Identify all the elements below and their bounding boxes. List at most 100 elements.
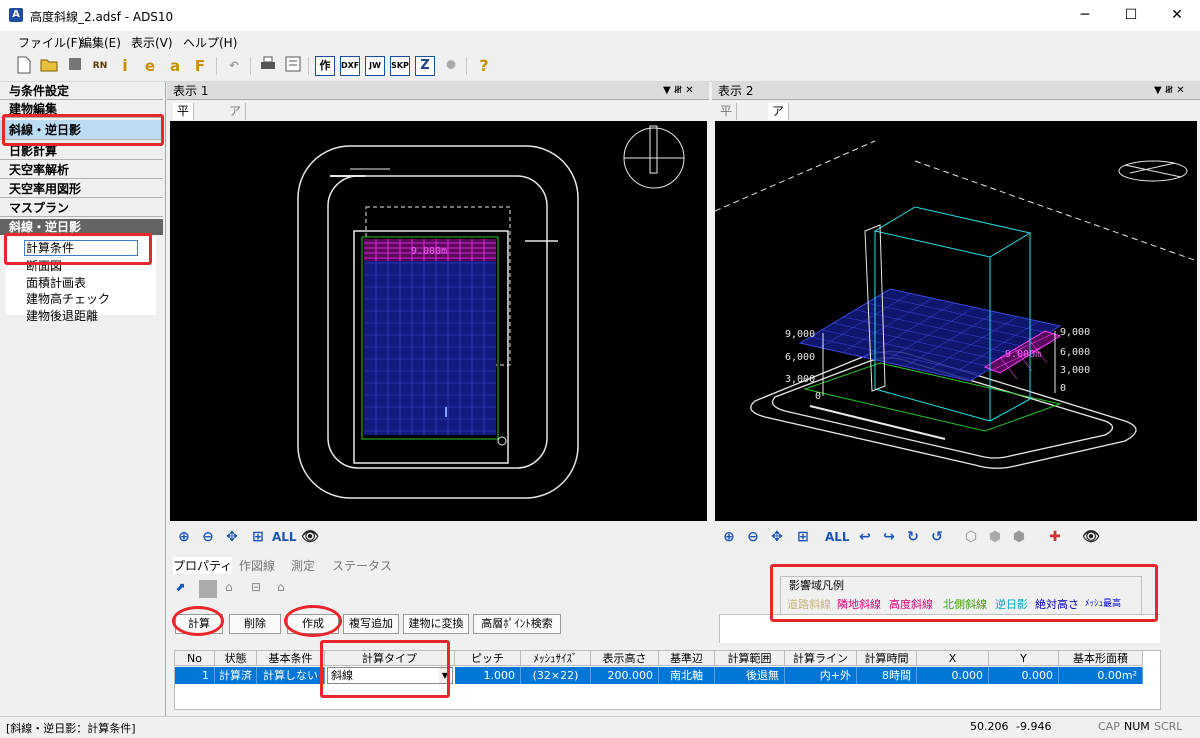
sidebar-item-setback[interactable]: 建物後退距離 xyxy=(26,307,98,324)
view1-tab-iso[interactable]: アイソメ図 xyxy=(225,103,246,186)
highlight-box xyxy=(320,640,450,698)
status-cap: CAP xyxy=(1098,720,1120,733)
copy-add-button[interactable]: 複写追加 xyxy=(343,614,399,634)
convert-building-button[interactable]: 建物に変換 xyxy=(403,614,469,634)
jw-button[interactable]: JW xyxy=(365,56,385,76)
highlight-box xyxy=(770,564,1158,622)
info-icon[interactable]: i xyxy=(115,56,135,76)
plan-canvas[interactable]: 9.000m xyxy=(170,121,707,521)
sidebar-header-conditions[interactable]: 与条件設定 xyxy=(0,82,163,100)
table-cell-y[interactable]: 0.000 xyxy=(989,667,1059,684)
tilt-down-icon[interactable]: ↺ xyxy=(927,527,947,547)
iso-axis-right-0: 9,000 xyxy=(1060,327,1090,338)
view1-controls: ⊕ ⊖ ✥ ⊞ ALL 👁 xyxy=(170,524,707,550)
wireframe-icon[interactable]: ⬡ xyxy=(961,527,981,547)
sidebar-header-sky-figure[interactable]: 天空率用図形 xyxy=(0,180,163,198)
zoom-in-icon[interactable]: ⊕ xyxy=(174,527,194,547)
table-cell-display-height[interactable]: 200.000 xyxy=(591,667,659,684)
help-icon[interactable]: ? xyxy=(474,56,494,76)
z-button[interactable]: Z xyxy=(415,56,435,76)
tab-status[interactable]: ステータス xyxy=(332,557,392,574)
pan-icon[interactable]: ✥ xyxy=(767,527,787,547)
print-icon[interactable] xyxy=(258,56,278,76)
table-cell-status[interactable]: 計算済 xyxy=(215,667,257,684)
e-icon[interactable]: e xyxy=(140,56,160,76)
highlight-box xyxy=(4,233,152,265)
table-cell-basic[interactable]: 計算しない xyxy=(257,667,325,684)
tab-properties[interactable]: プロパティ xyxy=(173,557,233,574)
status-y: -9.946 xyxy=(1016,720,1052,733)
tilt-up-icon[interactable]: ↻ xyxy=(903,527,923,547)
iso-axis-right-1: 6,000 xyxy=(1060,347,1090,358)
sidebar-item-area-table[interactable]: 面積計画表 xyxy=(26,274,86,291)
minimize-button[interactable]: ─ xyxy=(1062,0,1108,31)
select-arrow-icon[interactable]: ⬈ xyxy=(175,580,193,598)
property-toolbar: ⬈ ⌂ ⊟ ⌂ xyxy=(175,578,285,600)
zoom-in-icon[interactable]: ⊕ xyxy=(719,527,739,547)
iso-canvas[interactable]: 9.000m 9,000 6,000 3,000 0 9,000 6,000 3… xyxy=(714,121,1198,521)
zoom-window-icon[interactable]: ⊞ xyxy=(248,527,268,547)
sidebar-header-sky-analysis[interactable]: 天空率解析 xyxy=(0,161,163,179)
new-file-icon[interactable] xyxy=(14,56,34,76)
view2-controls: ⊕ ⊖ ✥ ⊞ ALL ↩ ↪ ↻ ↺ ⬡ ⬢ ⬢ ✚ 👁 xyxy=(715,524,1197,550)
toolbar-separator xyxy=(250,57,251,75)
zoom-window-icon[interactable]: ⊞ xyxy=(793,527,813,547)
stop-icon[interactable] xyxy=(65,56,85,76)
hidden-line-icon[interactable]: ⬢ xyxy=(985,527,1005,547)
axis-icon[interactable]: ✚ xyxy=(1045,527,1065,547)
status-num: NUM xyxy=(1124,720,1150,733)
table-cell-no[interactable]: 1 xyxy=(175,667,215,684)
table-cell-time[interactable]: 8時間 xyxy=(857,667,917,684)
view2-menu-icon[interactable]: ▼ 𝍸 ✕ xyxy=(1154,82,1185,100)
sidebar-header-massplan[interactable]: マスプラン xyxy=(0,199,163,217)
table-cell-base-side[interactable]: 南北軸 xyxy=(659,667,715,684)
view1-tab-plan[interactable]: 平面図 xyxy=(173,103,195,152)
shaded-icon[interactable]: ⬢ xyxy=(1009,527,1029,547)
tab-drawing-lines[interactable]: 作図線 xyxy=(239,557,275,574)
dxf-button[interactable]: DXF xyxy=(340,56,360,76)
maximize-button[interactable]: ☐ xyxy=(1108,0,1154,31)
undo-icon[interactable]: ↶ xyxy=(224,56,244,76)
col-time: 計算時間 xyxy=(857,651,917,666)
rn-icon[interactable]: RN xyxy=(90,56,110,76)
menu-help[interactable]: ヘルプ(H) xyxy=(183,34,237,51)
skp-button[interactable]: SKP xyxy=(390,56,410,76)
view2-title: 表示 2 xyxy=(718,84,754,98)
table-cell-mesh[interactable]: (32×22) xyxy=(521,667,591,684)
eye-icon[interactable]: 👁 xyxy=(1081,527,1101,547)
tab-measure[interactable]: 測定 xyxy=(291,557,315,574)
rotate-left-icon[interactable]: ↩ xyxy=(855,527,875,547)
view2-tab-plan[interactable]: 平面図 xyxy=(716,103,738,152)
table-cell-range[interactable]: 後退無 xyxy=(715,667,785,684)
sakusei-button[interactable]: 作 xyxy=(315,56,335,76)
menu-edit[interactable]: 編集(E) xyxy=(80,34,121,51)
close-button[interactable]: ✕ xyxy=(1154,0,1200,31)
f-icon[interactable]: F xyxy=(190,56,210,76)
window-title: 高度斜線_2.adsf - ADS10 xyxy=(30,10,174,24)
table-cell-line[interactable]: 内+外 xyxy=(785,667,857,684)
nav-icon[interactable]: ⯃ xyxy=(441,56,461,76)
open-folder-icon[interactable] xyxy=(39,56,59,76)
table-cell-area[interactable]: 0.00m² xyxy=(1059,667,1143,684)
zoom-all-button[interactable]: ALL xyxy=(272,527,297,547)
table-cell-pitch[interactable]: 1.000 xyxy=(455,667,521,684)
delete-button[interactable]: 削除 xyxy=(229,614,281,634)
highrise-search-button[interactable]: 高層ﾎﾟｲﾝﾄ検索 xyxy=(473,614,561,634)
iso-axis-left-1: 6,000 xyxy=(785,352,815,363)
view1-menu-icon[interactable]: ▼ 𝍸 ✕ xyxy=(663,82,694,100)
zoom-out-icon[interactable]: ⊖ xyxy=(743,527,763,547)
properties-icon[interactable] xyxy=(283,56,303,76)
view2-tab-iso[interactable]: アイソメ図 xyxy=(768,103,789,186)
table-cell-x[interactable]: 0.000 xyxy=(917,667,989,684)
sidebar-item-height-check[interactable]: 建物高チェック xyxy=(26,290,110,307)
home-icon: ⌂ xyxy=(225,580,233,594)
menu-view[interactable]: 表示(V) xyxy=(131,34,173,51)
zoom-out-icon[interactable]: ⊖ xyxy=(198,527,218,547)
a-icon[interactable]: a xyxy=(165,56,185,76)
toolbar: RN i e a F ↶ 作 DXF JW SKP Z ⯃ ? xyxy=(0,52,1200,82)
eye-icon[interactable]: 👁 xyxy=(300,527,320,547)
zoom-all-button[interactable]: ALL xyxy=(825,527,850,547)
menu-file[interactable]: ファイル(F) xyxy=(18,34,82,51)
rotate-right-icon[interactable]: ↪ xyxy=(879,527,899,547)
pan-icon[interactable]: ✥ xyxy=(222,527,242,547)
